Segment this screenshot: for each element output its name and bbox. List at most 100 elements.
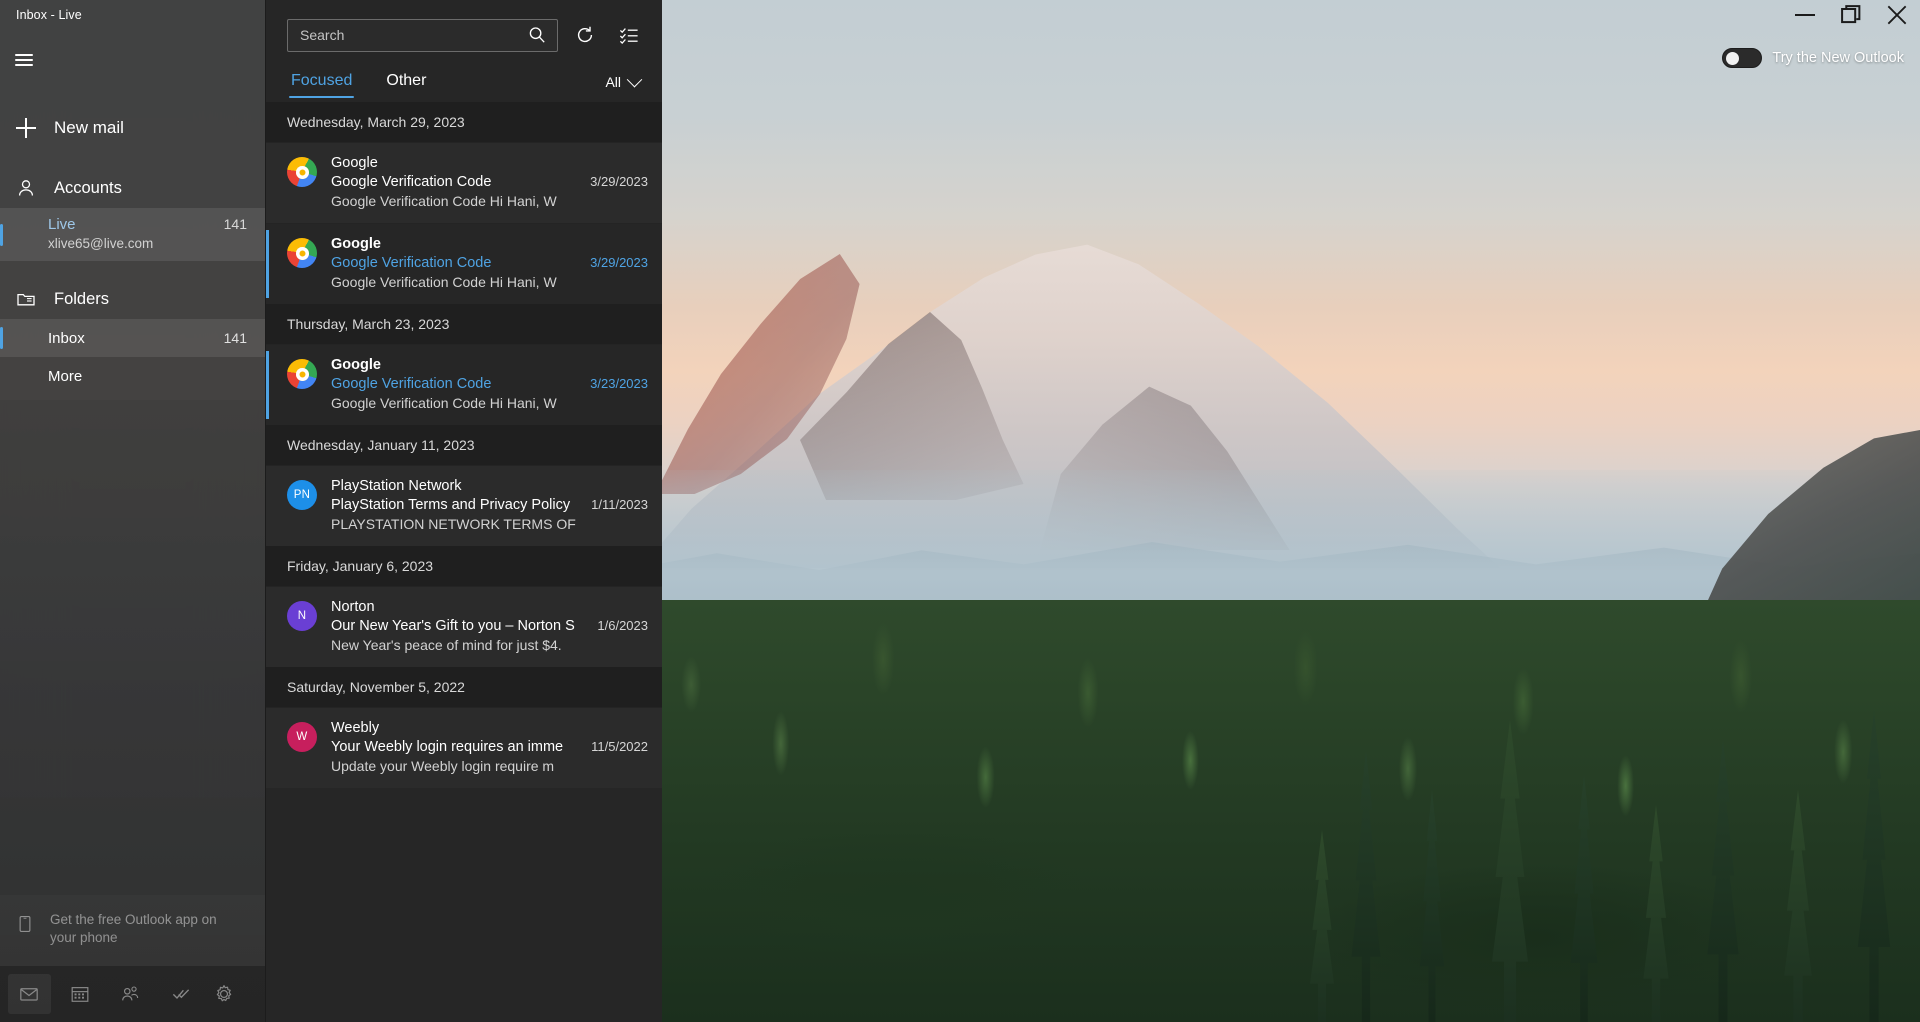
people-icon	[122, 986, 139, 1001]
todo-check-icon	[172, 989, 190, 1000]
bottom-navigation-bar	[0, 966, 265, 1022]
bottom-nav-people[interactable]	[109, 974, 152, 1014]
folder-icon	[17, 293, 35, 306]
select-list-icon	[619, 28, 638, 45]
select-mode-button[interactable]	[612, 18, 646, 52]
maximize-button[interactable]	[1828, 0, 1874, 30]
message-body: Google Google Verification Code 3/23/2023 G…	[331, 357, 648, 411]
avatar: N	[287, 601, 317, 631]
forest	[640, 600, 1920, 1022]
accounts-label: Accounts	[54, 178, 122, 197]
message-body: Google Google Verification Code 3/29/2023 G…	[331, 236, 648, 290]
date-group-header: Wednesday, January 11, 2023	[266, 425, 662, 465]
message-list-item[interactable]: Google Google Verification Code 3/23/2023 G…	[266, 344, 662, 425]
date-group-header: Friday, January 6, 2023	[266, 546, 662, 586]
search-input[interactable]	[300, 27, 523, 43]
try-new-outlook-label: Try the New Outlook	[1772, 50, 1904, 66]
folder-name: Inbox	[48, 329, 85, 347]
folder-name: More	[48, 367, 83, 385]
message-date: 3/29/2023	[590, 174, 648, 189]
message-preview: Google Verification Code Hi Hani, W	[331, 193, 557, 209]
tab-focused[interactable]: Focused	[287, 66, 356, 102]
message-list-item[interactable]: Google Google Verification Code 3/29/2023 G…	[266, 223, 662, 304]
date-group-header: Saturday, November 5, 2022	[266, 667, 662, 707]
folders-section-header[interactable]: Folders	[0, 279, 265, 319]
message-subject: Our New Year's Gift to you – Norton S	[331, 618, 575, 634]
message-sender: Weebly	[331, 720, 380, 736]
hamburger-icon	[15, 50, 33, 69]
maximize-icon	[1841, 5, 1861, 24]
bottom-nav-todo[interactable]	[160, 974, 203, 1014]
bottom-nav-mail[interactable]	[8, 974, 51, 1014]
avatar: PN	[287, 480, 317, 510]
filter-dropdown[interactable]: All	[599, 68, 646, 102]
close-icon	[1887, 5, 1907, 25]
outlook-app-promo[interactable]: Get the free Outlook app on your phone	[0, 894, 265, 966]
message-sender: Google	[331, 155, 378, 171]
sync-refresh-icon	[577, 26, 593, 43]
filter-label: All	[605, 74, 621, 90]
message-sender: Google	[331, 357, 381, 373]
bottom-nav-settings[interactable]	[202, 974, 245, 1014]
message-list-item[interactable]: N Norton Our New Year's Gift to you – Nort…	[266, 586, 662, 667]
message-list-item[interactable]: PN PlayStation Network PlayStation Terms a…	[266, 465, 662, 546]
phone-icon	[19, 915, 31, 932]
message-subject: PlayStation Terms and Privacy Policy	[331, 497, 571, 513]
person-icon	[18, 180, 34, 196]
search-icon	[529, 27, 545, 43]
gear-icon	[216, 985, 231, 1002]
search-button[interactable]	[523, 21, 551, 49]
message-body: Norton Our New Year's Gift to you – Norto…	[331, 599, 648, 653]
message-subject: Google Verification Code	[331, 376, 492, 392]
account-unread-count: 141	[223, 216, 247, 232]
message-sender: Norton	[331, 599, 375, 615]
message-preview: Update your Weebly login require m	[331, 758, 555, 774]
message-body: Weebly Your Weebly login requires an imme…	[331, 720, 648, 774]
try-new-outlook-toggle[interactable]: Try the New Outlook	[1722, 48, 1904, 68]
tab-other[interactable]: Other	[382, 66, 430, 102]
forest-texture	[640, 600, 1920, 1022]
message-preview: Google Verification Code Hi Hani, W	[331, 395, 557, 411]
account-name: Live	[48, 216, 76, 233]
accounts-section-header[interactable]: Accounts	[0, 168, 265, 208]
toggle-switch[interactable]	[1722, 48, 1763, 68]
message-sender: PlayStation Network	[331, 478, 462, 494]
search-row	[266, 18, 662, 52]
message-preview: New Year's peace of mind for just $4.	[331, 637, 562, 653]
message-list[interactable]: Wednesday, March 29, 2023 Google Google Ve…	[266, 102, 662, 1022]
minimize-icon	[1795, 14, 1815, 16]
mail-icon	[20, 988, 39, 1001]
hamburger-menu-button[interactable]	[0, 40, 48, 80]
message-sender: Google	[331, 236, 381, 252]
navigation-pane: Inbox - Live New mail Accounts Live 141 …	[0, 0, 265, 1022]
message-date: 3/23/2023	[590, 376, 648, 391]
minimize-button[interactable]	[1782, 0, 1828, 30]
message-body: PlayStation Network PlayStation Terms and…	[331, 478, 648, 532]
message-list-item[interactable]: Google Google Verification Code 3/29/2023 G…	[266, 142, 662, 223]
message-preview: Google Verification Code Hi Hani, W	[331, 274, 557, 290]
message-subject: Google Verification Code	[331, 255, 492, 271]
avatar	[287, 238, 317, 268]
window-title: Inbox - Live	[16, 8, 82, 22]
new-mail-label: New mail	[54, 118, 124, 137]
plus-icon	[16, 118, 36, 138]
account-email: xlive65@live.com	[48, 236, 154, 251]
search-box[interactable]	[287, 18, 558, 52]
bottom-nav-calendar[interactable]	[59, 974, 102, 1014]
message-subject: Your Weebly login requires an imme	[331, 739, 564, 755]
promo-text: Get the free Outlook app on your phone	[50, 911, 217, 946]
new-mail-button[interactable]: New mail	[0, 106, 265, 150]
folder-unread-count: 141	[223, 330, 247, 346]
close-button[interactable]	[1874, 0, 1920, 30]
message-date: 1/6/2023	[597, 618, 648, 633]
message-list-pane: Focused Other All Wednesday, March 29, 2…	[265, 0, 662, 1022]
sync-button[interactable]	[568, 18, 602, 52]
sidebar-folder-more[interactable]: More	[0, 357, 265, 395]
message-list-toolbar: Focused Other All	[266, 0, 662, 102]
date-group-header: Thursday, March 23, 2023	[266, 304, 662, 344]
message-list-item[interactable]: W Weebly Your Weebly login requires an imm…	[266, 707, 662, 788]
calendar-icon	[71, 987, 89, 1002]
sidebar-folder-inbox[interactable]: Inbox 141	[0, 319, 265, 357]
sidebar-account-live[interactable]: Live 141 xlive65@live.com	[0, 208, 265, 261]
message-subject: Google Verification Code	[331, 174, 492, 190]
